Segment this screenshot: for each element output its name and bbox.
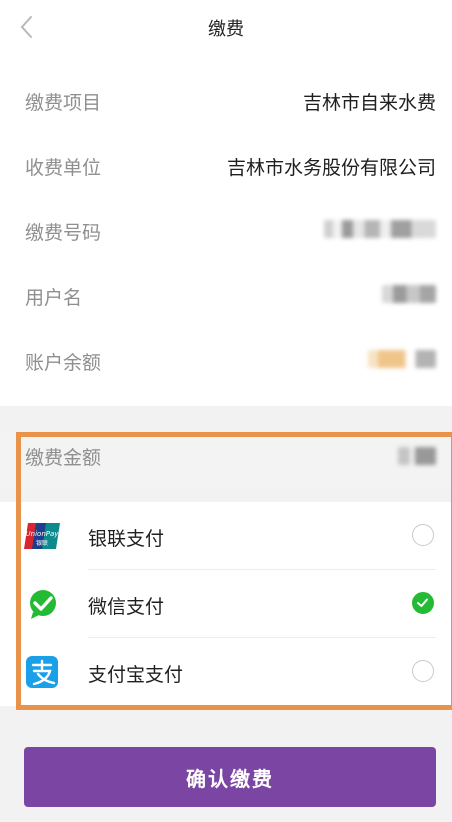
check-icon: [417, 598, 428, 607]
header: 缴费: [0, 0, 452, 56]
pay-option-wechat[interactable]: 微信支付: [0, 570, 452, 638]
row-username: 用户名: [0, 263, 452, 327]
pay-option-label: 微信支付: [88, 596, 165, 618]
unit-value: 吉林市水务股份有限公司: [226, 157, 436, 179]
amount-label: 缴费金额: [25, 447, 102, 469]
confirm-pay-button[interactable]: 确认缴费: [24, 747, 436, 807]
row-unit: 收费单位 吉林市水务股份有限公司: [0, 133, 452, 197]
page-title: 缴费: [208, 19, 244, 40]
radio-unselected[interactable]: [412, 660, 434, 682]
unionpay-icon: UnionPay 银联: [24, 523, 60, 549]
row-number: 缴费号码: [0, 198, 452, 262]
pay-option-alipay[interactable]: 支付宝支付: [0, 638, 452, 706]
project-value: 吉林市自来水费: [302, 92, 436, 114]
username-label: 用户名: [25, 287, 83, 309]
balance-value-blurred: [368, 350, 436, 368]
number-label: 缴费号码: [25, 222, 102, 244]
row-project: 缴费项目 吉林市自来水费: [0, 68, 452, 132]
alipay-icon: [26, 656, 58, 688]
pay-option-unionpay[interactable]: UnionPay 银联 银联支付: [0, 502, 452, 570]
number-value-blurred: [324, 220, 436, 238]
bill-info: 缴费项目 吉林市自来水费 收费单位 吉林市水务股份有限公司 缴费号码 用户名 账…: [0, 56, 452, 406]
wechat-pay-icon: [30, 590, 56, 619]
unit-label: 收费单位: [25, 157, 102, 179]
svg-text:银联: 银联: [36, 539, 48, 547]
radio-unselected[interactable]: [412, 524, 434, 546]
radio-selected[interactable]: [412, 592, 434, 614]
project-label: 缴费项目: [25, 92, 102, 114]
pay-option-label: 支付宝支付: [88, 664, 184, 686]
balance-label: 账户余额: [25, 352, 102, 374]
svg-text:UnionPay: UnionPay: [26, 530, 60, 538]
row-balance: 账户余额: [0, 328, 452, 392]
payment-page: 缴费 缴费项目 吉林市自来水费 收费单位 吉林市水务股份有限公司 缴费号码 用户…: [0, 0, 452, 822]
payment-methods: UnionPay 银联 银联支付 微信支付 支付宝支付: [0, 502, 452, 706]
amount-value-blurred: [398, 447, 436, 465]
username-value-blurred: [382, 285, 436, 303]
amount-row: 缴费金额: [0, 431, 452, 487]
pay-option-label: 银联支付: [88, 528, 165, 550]
